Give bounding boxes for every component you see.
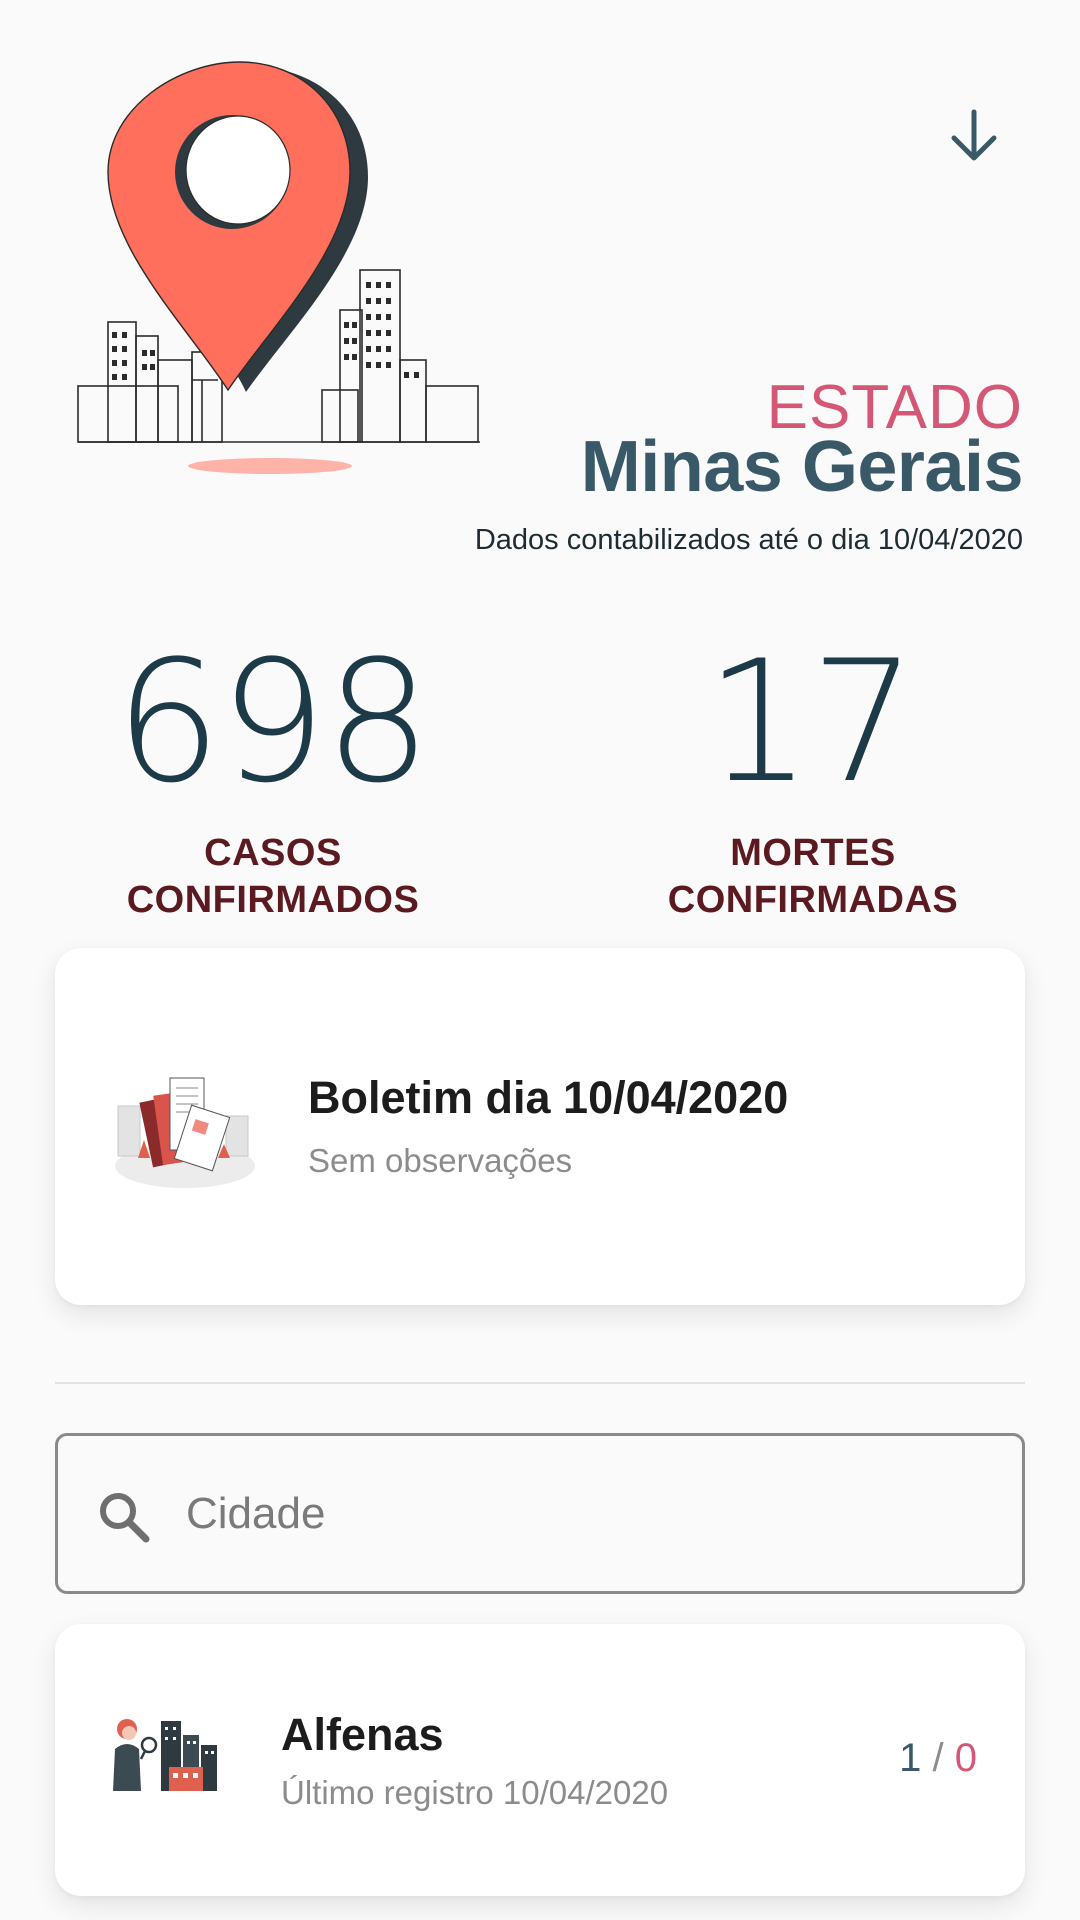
city-last-record: Último registro 10/04/2020 [281,1774,669,1811]
city-cases-count: 1 [899,1736,922,1780]
confirmed-cases-count: 698 [114,624,432,820]
confirmed-cases-label-line2: CONFIRMADOS [126,879,420,921]
city-name: Alfenas [281,1709,444,1760]
search-icon [100,1493,150,1543]
bulletin-title: Boletim dia 10/04/2020 [308,1072,789,1123]
city-search-field[interactable] [55,1433,1025,1594]
documents-illustration [115,1077,255,1188]
section-divider [55,1382,1025,1384]
confirmed-cases-label-line1: CASOS [204,832,342,874]
bulletin-subtitle: Sem observações [308,1142,573,1179]
search-input[interactable] [186,1464,986,1564]
confirmed-cases-label: CASOS CONFIRMADOS [53,830,493,924]
download-button[interactable] [928,90,1020,182]
city-list-item[interactable]: Alfenas Último registro 10/04/2020 1 / 0 [55,1624,1025,1896]
bulletin-card[interactable]: Boletim dia 10/04/2020 Sem observações [55,948,1025,1305]
city-deaths-count: 0 [954,1736,977,1780]
confirmed-deaths-label-line1: MORTES [730,832,896,874]
confirmed-deaths-label: MORTES CONFIRMADAS [593,830,1033,924]
confirmed-deaths-count: 17 [705,624,917,820]
city-counts-separator: / [921,1736,955,1780]
arrow-down-icon [951,109,997,161]
city-counts: 1 / 0 [899,1736,977,1781]
confirmed-deaths-label-line2: CONFIRMADAS [667,879,959,921]
data-updated-note: Dados contabilizados até o dia 10/04/202… [474,524,1023,556]
city-search-illustration [113,1719,217,1791]
state-name: Minas Gerais [580,427,1024,507]
location-pin-illustration [77,61,480,474]
